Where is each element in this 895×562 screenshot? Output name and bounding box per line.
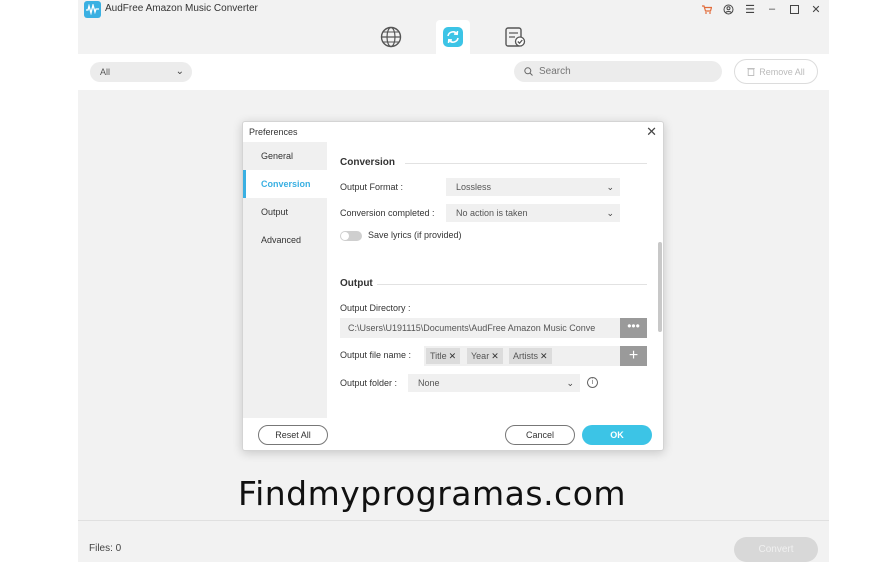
output-format-label: Output Format : (340, 182, 404, 192)
tag-label: Year (471, 351, 490, 361)
toolbar: All ⌄ Remove All (78, 54, 829, 90)
cart-icon[interactable] (699, 2, 713, 16)
content-scrollbar[interactable] (658, 242, 662, 332)
chevron-down-icon: ⌄ (175, 66, 184, 77)
tag-label: Title (430, 351, 447, 361)
add-tag-button[interactable]: + (620, 346, 647, 366)
save-lyrics-toggle[interactable] (340, 231, 362, 241)
top-tabs (78, 18, 829, 54)
section-divider (377, 284, 647, 285)
menu-icon[interactable]: ☰ (743, 2, 757, 16)
save-lyrics-label: Save lyrics (if provided) (368, 230, 462, 240)
file-name-tag-year[interactable]: Year ✕ (467, 348, 503, 364)
app-title: AudFree Amazon Music Converter (105, 3, 258, 14)
tab-converted[interactable] (498, 20, 532, 54)
output-directory-label: Output Directory : (340, 303, 411, 313)
sidebar-item-conversion[interactable]: Conversion (243, 170, 327, 198)
info-icon[interactable]: i (587, 377, 598, 388)
maximize-icon[interactable] (787, 2, 801, 16)
search-icon (524, 67, 533, 76)
output-file-name-label: Output file name : (340, 350, 412, 360)
preferences-sidebar: General Conversion Output Advanced (243, 142, 327, 418)
output-folder-label: Output folder : (340, 378, 398, 388)
remove-tag-icon[interactable]: ✕ (540, 351, 548, 361)
chevron-down-icon: ⌄ (606, 182, 614, 192)
dialog-title: Preferences (249, 127, 298, 137)
account-icon[interactable] (721, 2, 735, 16)
chevron-down-icon: ⌄ (606, 208, 614, 218)
search-box (514, 61, 722, 82)
output-heading: Output (340, 278, 373, 289)
sidebar-item-output[interactable]: Output (243, 198, 327, 226)
files-count: Files: 0 (89, 543, 122, 554)
preferences-dialog: Preferences ✕ General Conversion Output … (242, 121, 664, 451)
remove-tag-icon[interactable]: ✕ (491, 351, 499, 361)
output-folder-select[interactable]: None ⌄ (408, 374, 580, 392)
search-input[interactable] (539, 66, 709, 77)
output-directory-field[interactable]: C:\Users\U191115\Documents\AudFree Amazo… (340, 318, 620, 338)
trash-icon (747, 68, 755, 76)
remove-all-button[interactable]: Remove All (734, 59, 818, 84)
dialog-close-icon[interactable]: ✕ (646, 124, 657, 140)
reset-all-button[interactable]: Reset All (258, 425, 328, 445)
tab-converting[interactable] (436, 20, 470, 54)
convert-icon (443, 27, 463, 47)
sidebar-item-general[interactable]: General (243, 142, 327, 170)
globe-icon (380, 26, 402, 48)
tag-label: Artists (513, 351, 539, 361)
remove-tag-icon[interactable]: ✕ (449, 351, 457, 361)
conversion-completed-select[interactable]: No action is taken ⌄ (446, 204, 620, 222)
remove-all-label: Remove All (759, 66, 805, 77)
window-controls: ☰ – ✕ (699, 2, 823, 16)
filter-select[interactable]: All ⌄ (90, 62, 192, 82)
dialog-footer: Reset All Cancel OK (243, 418, 663, 450)
output-folder-value: None (418, 378, 440, 388)
conversion-heading: Conversion (340, 157, 396, 168)
file-name-tag-title[interactable]: Title ✕ (426, 348, 461, 364)
section-divider (405, 163, 647, 164)
converted-list-icon (505, 27, 526, 47)
sidebar-item-advanced[interactable]: Advanced (243, 226, 327, 254)
cancel-button[interactable]: Cancel (505, 425, 575, 445)
app-logo-icon (84, 1, 101, 18)
close-icon[interactable]: ✕ (809, 2, 823, 16)
preferences-content: Conversion Output Format : Lossless ⌄ Co… (327, 142, 663, 418)
watermark-text: Findmyprogramas.com (238, 474, 627, 513)
ok-button[interactable]: OK (582, 425, 652, 445)
output-format-value: Lossless (456, 182, 492, 192)
conversion-completed-label: Conversion completed : (340, 208, 435, 218)
output-format-select[interactable]: Lossless ⌄ (446, 178, 620, 196)
minimize-icon[interactable]: – (765, 2, 779, 16)
convert-button[interactable]: Convert (734, 537, 818, 562)
status-bar: Files: 0 Convert (78, 520, 829, 562)
browse-directory-button[interactable]: ••• (620, 318, 647, 338)
title-bar: AudFree Amazon Music Converter ☰ – ✕ (78, 0, 829, 54)
filter-select-value: All (100, 67, 111, 77)
tab-online-music[interactable] (374, 20, 408, 54)
chevron-down-icon: ⌄ (566, 378, 574, 388)
output-file-name-field[interactable]: Title ✕ Year ✕ Artists ✕ (424, 346, 620, 366)
conversion-completed-value: No action is taken (456, 208, 528, 218)
file-name-tag-artists[interactable]: Artists ✕ (509, 348, 552, 364)
